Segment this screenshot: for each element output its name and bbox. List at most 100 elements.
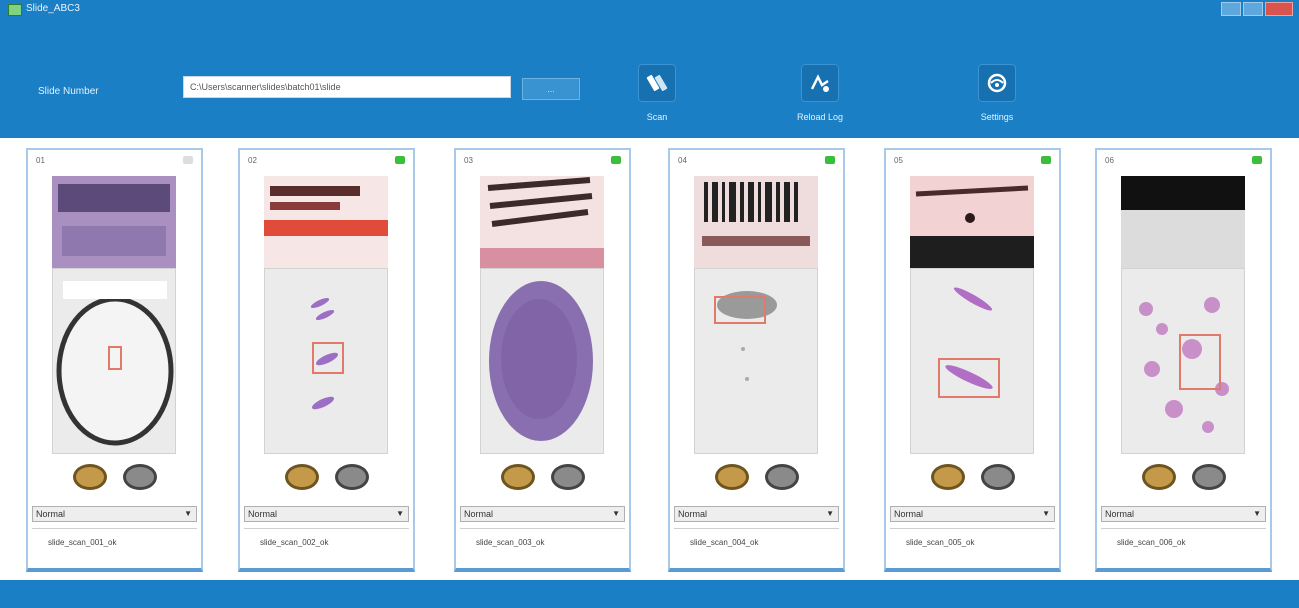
accept-button[interactable] <box>72 464 107 490</box>
settings-icon <box>978 64 1016 102</box>
divider <box>460 528 625 529</box>
classification-dropdown[interactable]: Normal ▼ <box>1101 506 1266 522</box>
status-bar <box>0 580 1299 608</box>
slide-gallery: 01 Normal ▼ slide_scan_001_ok 02 Normal ▼ <box>0 138 1299 580</box>
window-title: Slide_ABC3 <box>26 3 80 14</box>
slide-card[interactable]: 06 Normal ▼ slide_scan_006_ok <box>1095 148 1272 572</box>
chevron-down-icon: ▼ <box>826 509 834 518</box>
slide-id: 04 <box>678 156 687 165</box>
status-indicator <box>1252 156 1262 164</box>
reject-button[interactable] <box>122 464 157 490</box>
app-icon <box>8 4 22 16</box>
slide-tissue-image[interactable] <box>1121 268 1245 454</box>
reject-button[interactable] <box>1191 464 1226 490</box>
slide-scan-icon <box>638 64 676 102</box>
slide-tissue-image[interactable] <box>480 268 604 454</box>
browse-button[interactable]: ... <box>522 78 580 100</box>
classification-dropdown[interactable]: Normal ▼ <box>32 506 197 522</box>
divider <box>244 528 409 529</box>
divider <box>32 528 197 529</box>
divider <box>674 528 839 529</box>
close-button[interactable] <box>1265 2 1293 16</box>
decision-buttons <box>1097 464 1270 490</box>
divider <box>1101 528 1266 529</box>
status-indicator <box>183 156 193 164</box>
toolbar: Slide Number ... Scan Reload Log Setting… <box>0 18 1299 138</box>
classification-dropdown[interactable]: Normal ▼ <box>460 506 625 522</box>
decision-buttons <box>28 464 201 490</box>
accept-button[interactable] <box>1141 464 1176 490</box>
slide-card[interactable]: 04 Normal ▼ slide_scan_004_ok <box>668 148 845 572</box>
dropdown-value: Normal <box>464 509 494 519</box>
slide-filename: slide_scan_001_ok <box>48 538 117 547</box>
dropdown-value: Normal <box>678 509 708 519</box>
maximize-button[interactable] <box>1243 2 1263 16</box>
slide-label-image <box>264 176 388 268</box>
slide-filename: slide_scan_002_ok <box>260 538 329 547</box>
slide-tissue-image[interactable] <box>264 268 388 454</box>
chevron-down-icon: ▼ <box>1042 509 1050 518</box>
slide-card[interactable]: 01 Normal ▼ slide_scan_001_ok <box>26 148 203 572</box>
reload-log-button[interactable]: Reload Log <box>775 64 865 122</box>
dropdown-value: Normal <box>1105 509 1135 519</box>
dropdown-value: Normal <box>248 509 278 519</box>
reload-log-label: Reload Log <box>796 112 844 122</box>
decision-buttons <box>886 464 1059 490</box>
slide-label-image <box>1121 176 1245 268</box>
classification-dropdown[interactable]: Normal ▼ <box>674 506 839 522</box>
status-indicator <box>611 156 621 164</box>
reject-button[interactable] <box>980 464 1015 490</box>
slide-filename: slide_scan_006_ok <box>1117 538 1186 547</box>
slide-filename: slide_scan_004_ok <box>690 538 759 547</box>
reject-button[interactable] <box>550 464 585 490</box>
slide-label-image <box>52 176 176 268</box>
accept-button[interactable] <box>284 464 319 490</box>
chevron-down-icon: ▼ <box>184 509 192 518</box>
classification-dropdown[interactable]: Normal ▼ <box>890 506 1055 522</box>
slide-id: 01 <box>36 156 45 165</box>
slide-label-image <box>694 176 818 268</box>
status-indicator <box>1041 156 1051 164</box>
scan-label: Scan <box>646 112 668 122</box>
chevron-down-icon: ▼ <box>1253 509 1261 518</box>
reload-log-icon <box>801 64 839 102</box>
status-indicator <box>825 156 835 164</box>
decision-buttons <box>240 464 413 490</box>
slide-id: 02 <box>248 156 257 165</box>
slide-id: 06 <box>1105 156 1114 165</box>
accept-button[interactable] <box>500 464 535 490</box>
slide-id: 03 <box>464 156 473 165</box>
slide-id: 05 <box>894 156 903 165</box>
accept-button[interactable] <box>714 464 749 490</box>
slide-filename: slide_scan_003_ok <box>476 538 545 547</box>
slide-filename: slide_scan_005_ok <box>906 538 975 547</box>
window-titlebar: Slide_ABC3 <box>0 0 1299 18</box>
slide-label-image <box>910 176 1034 268</box>
slide-tissue-image[interactable] <box>52 268 176 454</box>
status-indicator <box>395 156 405 164</box>
classification-dropdown[interactable]: Normal ▼ <box>244 506 409 522</box>
dropdown-value: Normal <box>36 509 66 519</box>
minimize-button[interactable] <box>1221 2 1241 16</box>
slide-path-input[interactable] <box>183 76 511 98</box>
reject-button[interactable] <box>334 464 369 490</box>
slide-card[interactable]: 02 Normal ▼ slide_scan_002_ok <box>238 148 415 572</box>
chevron-down-icon: ▼ <box>612 509 620 518</box>
settings-button[interactable]: Settings <box>952 64 1042 122</box>
slide-label-image <box>480 176 604 268</box>
slide-card[interactable]: 03 Normal ▼ slide_scan_003_ok <box>454 148 631 572</box>
slide-card[interactable]: 05 Normal ▼ slide_scan_005_ok <box>884 148 1061 572</box>
decision-buttons <box>456 464 629 490</box>
reject-button[interactable] <box>764 464 799 490</box>
slide-tissue-image[interactable] <box>694 268 818 454</box>
accept-button[interactable] <box>930 464 965 490</box>
dropdown-value: Normal <box>894 509 924 519</box>
chevron-down-icon: ▼ <box>396 509 404 518</box>
settings-label: Settings <box>980 112 1014 122</box>
decision-buttons <box>670 464 843 490</box>
window-controls <box>1221 2 1293 16</box>
divider <box>890 528 1055 529</box>
slide-number-label: Slide Number <box>38 86 99 97</box>
scan-button[interactable]: Scan <box>612 64 702 122</box>
slide-tissue-image[interactable] <box>910 268 1034 454</box>
